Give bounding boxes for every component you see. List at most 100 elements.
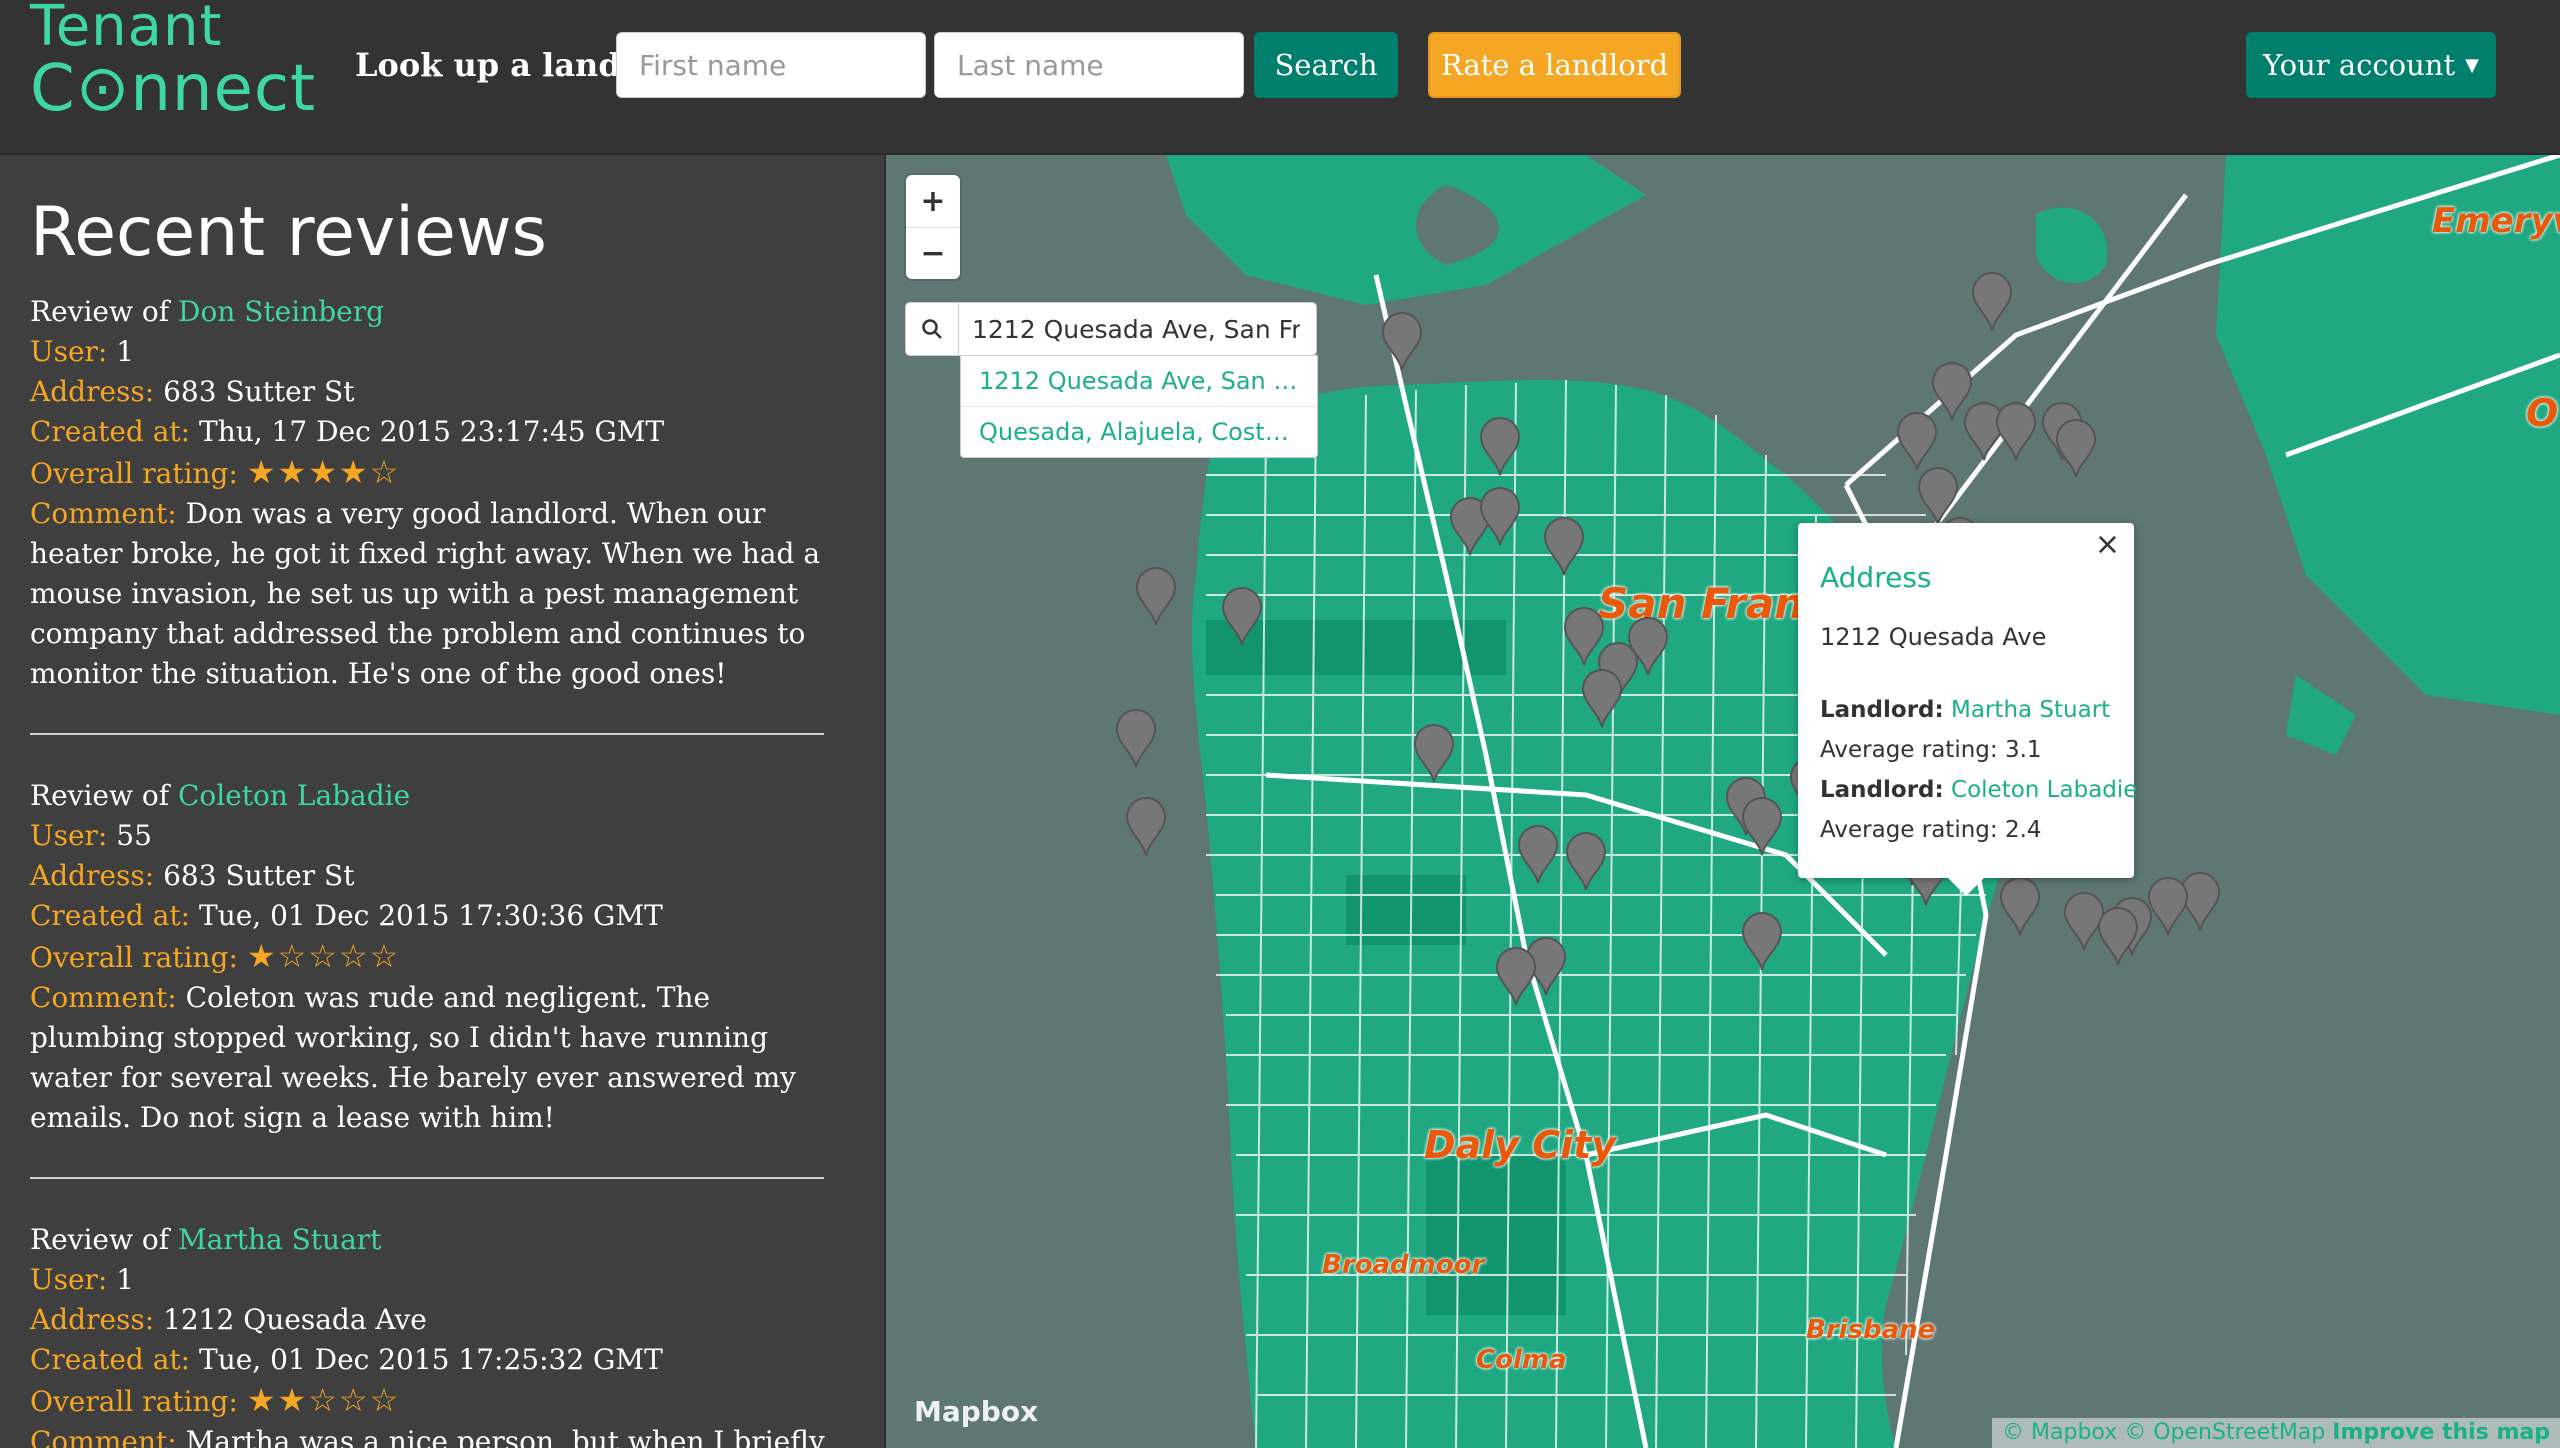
- place-label-brisbane: Brisbane: [1806, 1315, 1936, 1345]
- created-at-value: Tue, 01 Dec 2015 17:25:32 GMT: [199, 1343, 663, 1376]
- account-label: Your account: [2263, 48, 2456, 82]
- address-label: Address:: [30, 859, 155, 892]
- recent-reviews-sidebar: Recent reviews Review of Don Steinberg U…: [0, 155, 887, 1448]
- map-marker-icon[interactable]: [1113, 707, 1159, 769]
- overall-rating-label: Overall rating:: [30, 941, 238, 974]
- popup-landlord-link[interactable]: Martha Stuart: [1951, 697, 2110, 723]
- zoom-in-button[interactable]: +: [906, 175, 960, 228]
- comment-label: Comment:: [30, 981, 177, 1014]
- comment-label: Comment:: [30, 497, 177, 530]
- user-label: User:: [30, 1263, 108, 1296]
- map-marker-icon[interactable]: [1541, 515, 1587, 577]
- map-marker-icon[interactable]: [1997, 875, 2043, 937]
- map-marker-icon[interactable]: [1477, 485, 1523, 547]
- map-search-input[interactable]: [958, 303, 1314, 355]
- search-result-item[interactable]: 1212 Quesada Ave, San Fr...: [961, 356, 1317, 407]
- created-at-label: Created at:: [30, 1343, 191, 1376]
- created-at-value: Tue, 01 Dec 2015 17:30:36 GMT: [199, 899, 663, 932]
- star-rating-icon: ★★☆☆☆: [246, 1381, 401, 1419]
- landlord-link[interactable]: Martha Stuart: [178, 1223, 381, 1256]
- address-popup: × Address 1212 Quesada Ave Landlord: Mar…: [1798, 523, 2137, 896]
- first-name-input[interactable]: [616, 32, 926, 98]
- map-marker-icon[interactable]: [1579, 667, 1625, 729]
- review-of-label: Review of: [30, 295, 170, 328]
- average-rating-label: Average rating:: [1820, 817, 1998, 843]
- rate-landlord-button[interactable]: Rate a landlord: [1428, 32, 1681, 98]
- created-at-label: Created at:: [30, 899, 191, 932]
- place-label-emeryville: Emeryv: [2432, 201, 2560, 241]
- map-view[interactable]: San Franc Daly City Broadmoor Colma Bris…: [886, 155, 2560, 1448]
- address-value: 683 Sutter St: [163, 375, 355, 408]
- user-label: User:: [30, 819, 108, 852]
- popup-landlord-row: Landlord: Martha Stuart: [1820, 697, 2110, 723]
- caret-down-icon: ▼: [2465, 54, 2479, 76]
- overall-rating-label: Overall rating:: [30, 457, 238, 490]
- map-marker-icon[interactable]: [1739, 910, 1785, 972]
- address-value: 1212 Quesada Ave: [163, 1303, 427, 1336]
- map-marker-icon[interactable]: [1133, 565, 1179, 627]
- map-attribution: © Mapbox © OpenStreetMap Improve this ma…: [1992, 1418, 2560, 1448]
- map-search-results: 1212 Quesada Ave, San Fr... Quesada, Ala…: [960, 355, 1318, 458]
- landlord-link[interactable]: Coleton Labadie: [178, 779, 410, 812]
- map-marker-icon[interactable]: [1739, 795, 1785, 857]
- sidebar-title: Recent reviews: [30, 193, 547, 272]
- place-label-colma: Colma: [1476, 1345, 1567, 1375]
- map-marker-icon[interactable]: [1219, 585, 1265, 647]
- map-marker-icon[interactable]: [1969, 270, 2015, 332]
- address-label: Address:: [30, 375, 155, 408]
- map-marker-icon[interactable]: [1563, 830, 1609, 892]
- mapbox-logo[interactable]: Mapbox: [914, 1395, 1038, 1428]
- address-value: 683 Sutter St: [163, 859, 355, 892]
- user-label: User:: [30, 335, 108, 368]
- average-rating-label: Average rating:: [1820, 737, 1998, 763]
- map-marker-icon[interactable]: [2053, 417, 2099, 479]
- search-result-item[interactable]: Quesada, Alajuela, Costa ...: [961, 407, 1317, 457]
- star-rating-icon: ★★★★☆: [246, 453, 401, 491]
- map-marker-icon[interactable]: [1894, 410, 1940, 472]
- review-of-label: Review of: [30, 779, 170, 812]
- popup-title: Address: [1820, 561, 1932, 594]
- search-button[interactable]: Search: [1254, 32, 1398, 98]
- close-icon[interactable]: ×: [2095, 527, 2120, 562]
- popup-landlord-row: Landlord: Coleton Labadie: [1820, 777, 2137, 803]
- zoom-out-button[interactable]: −: [906, 227, 960, 279]
- search-icon[interactable]: [906, 303, 959, 355]
- map-marker-icon[interactable]: [1123, 795, 1169, 857]
- your-account-dropdown[interactable]: Your account ▼: [2246, 32, 2496, 98]
- review-card: Review of Coleton Labadie User: 55 Addre…: [30, 776, 830, 1138]
- map-marker-icon[interactable]: [1411, 722, 1457, 784]
- user-value: 55: [116, 819, 152, 852]
- popup-rating-row: Average rating: 3.1: [1820, 737, 2042, 763]
- divider: [30, 1177, 824, 1179]
- zoom-control: + −: [906, 175, 960, 279]
- tenant-connect-logo[interactable]: Tenant C⊙nnect: [30, 0, 315, 130]
- average-rating-value: 3.1: [2004, 737, 2042, 763]
- popup-address: 1212 Quesada Ave: [1820, 623, 2047, 651]
- review-of-label: Review of: [30, 1223, 170, 1256]
- place-label-daly-city: Daly City: [1424, 1123, 1617, 1167]
- review-card: Review of Don Steinberg User: 1 Address:…: [30, 292, 830, 694]
- user-value: 1: [116, 1263, 135, 1296]
- landlord-link[interactable]: Don Steinberg: [178, 295, 384, 328]
- landlord-label: Landlord:: [1820, 697, 1944, 723]
- popup-rating-row: Average rating: 2.4: [1820, 817, 2042, 843]
- map-marker-icon[interactable]: [1493, 945, 1539, 1007]
- map-marker-icon[interactable]: [1477, 415, 1523, 477]
- navbar: Tenant C⊙nnect Look up a landlord: Searc…: [0, 0, 2560, 155]
- map-marker-icon[interactable]: [1379, 310, 1425, 372]
- map-search-box: [906, 303, 1316, 355]
- review-card: Review of Martha Stuart User: 1 Address:…: [30, 1220, 830, 1448]
- average-rating-value: 2.4: [2004, 817, 2042, 843]
- divider: [30, 733, 824, 735]
- place-label-oakland: O: [2526, 391, 2559, 435]
- last-name-input[interactable]: [934, 32, 1244, 98]
- map-marker-icon[interactable]: [1515, 823, 1561, 885]
- popup-landlord-link[interactable]: Coleton Labadie: [1951, 777, 2137, 803]
- improve-map-link[interactable]: Improve this map: [2332, 1420, 2550, 1445]
- attribution-text[interactable]: © Mapbox © OpenStreetMap: [2002, 1420, 2325, 1445]
- overall-rating-label: Overall rating:: [30, 1385, 238, 1418]
- map-marker-icon[interactable]: [1993, 400, 2039, 462]
- place-label-broadmoor: Broadmoor: [1322, 1250, 1485, 1280]
- map-marker-icon[interactable]: [2095, 905, 2141, 967]
- comment-label: Comment:: [30, 1425, 177, 1448]
